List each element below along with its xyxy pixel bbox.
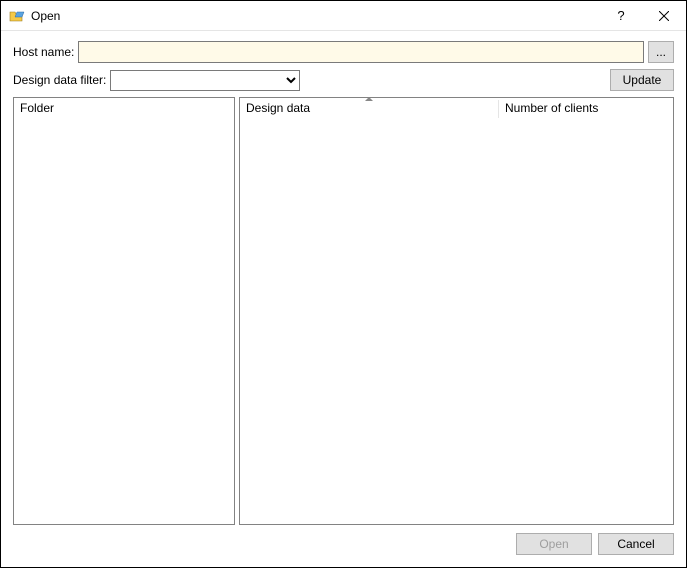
cancel-button[interactable]: Cancel <box>598 533 674 555</box>
filter-label: Design data filter: <box>13 73 106 87</box>
update-button[interactable]: Update <box>610 69 674 91</box>
design-data-panel: Design data Number of clients <box>239 97 674 525</box>
folder-panel: Folder <box>13 97 235 525</box>
titlebar: Open ? <box>1 1 686 31</box>
filter-select[interactable] <box>110 70 300 91</box>
close-icon <box>659 11 669 21</box>
help-button[interactable]: ? <box>601 1 641 30</box>
app-icon <box>9 8 25 24</box>
hostname-label: Host name: <box>13 45 74 59</box>
hostname-row: Host name: ... <box>13 41 674 63</box>
open-button[interactable]: Open <box>516 533 592 555</box>
hostname-input[interactable] <box>78 41 644 63</box>
folder-panel-header: Folder <box>14 98 234 120</box>
ellipsis-icon: ... <box>656 45 666 59</box>
design-data-list[interactable] <box>240 120 673 524</box>
folder-column-header[interactable]: Folder <box>14 98 234 120</box>
window-title: Open <box>31 9 601 23</box>
browse-button[interactable]: ... <box>648 41 674 63</box>
filter-row: Design data filter: Update <box>13 69 674 91</box>
design-data-column-header[interactable]: Design data <box>240 98 498 120</box>
open-dialog: Open ? Host name: ... Design data filter… <box>0 0 687 568</box>
design-data-panel-header: Design data Number of clients <box>240 98 673 120</box>
folder-list[interactable] <box>14 120 234 524</box>
panels: Folder Design data Number of clients <box>13 97 674 525</box>
titlebar-controls: ? <box>601 1 686 30</box>
footer: Open Cancel <box>13 531 674 555</box>
help-icon: ? <box>617 8 624 23</box>
dialog-content: Host name: ... Design data filter: Updat… <box>1 31 686 567</box>
clients-column-header[interactable]: Number of clients <box>499 98 673 120</box>
close-button[interactable] <box>641 1 686 30</box>
